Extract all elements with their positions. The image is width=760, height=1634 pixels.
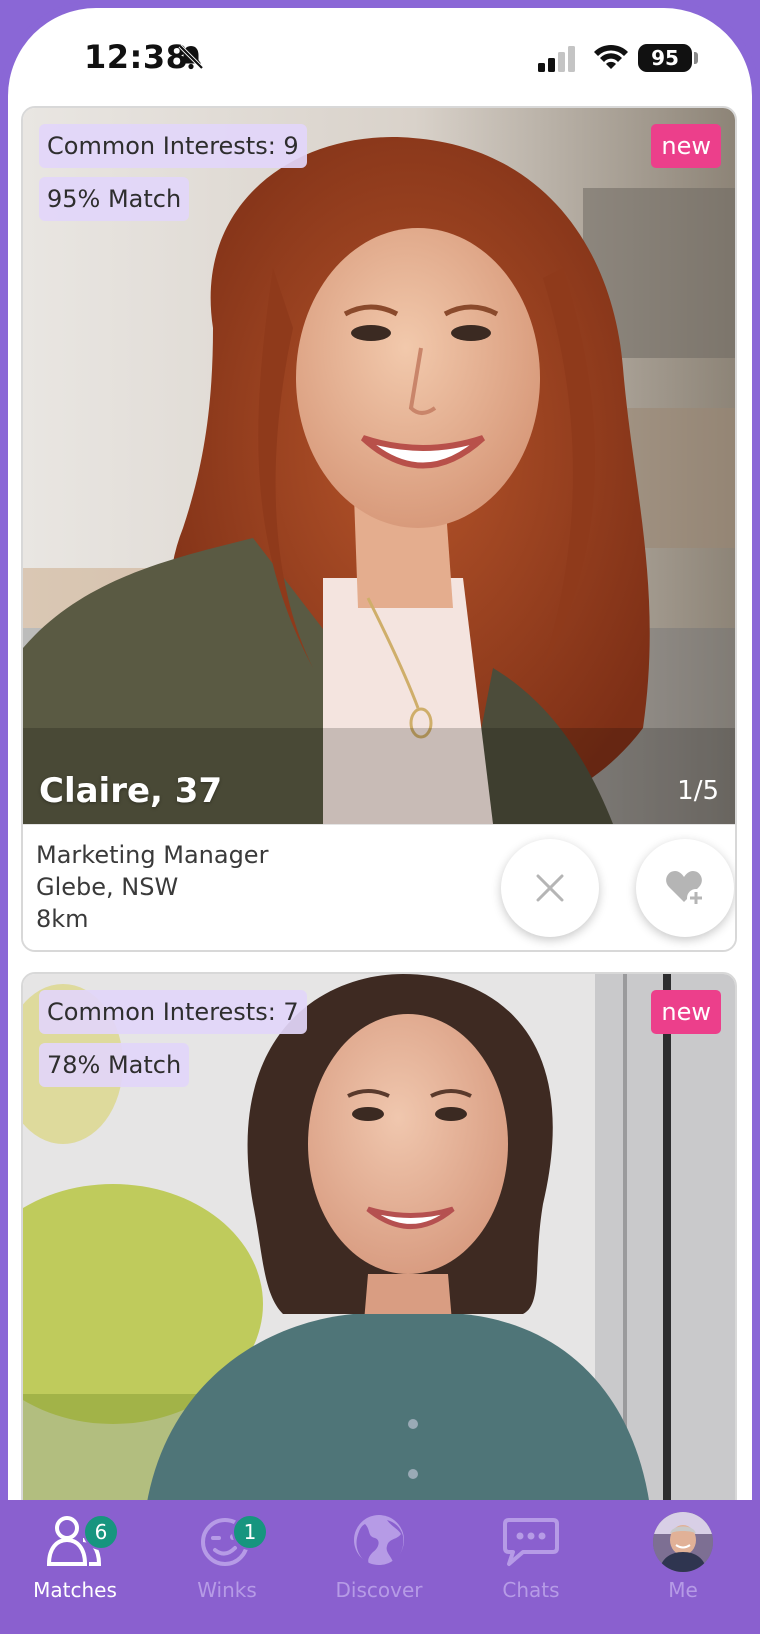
- globe-icon: [354, 1515, 404, 1565]
- tab-label: Discover: [335, 1578, 423, 1602]
- profile-job: Marketing Manager: [36, 841, 269, 869]
- winks-badge: 1: [232, 1514, 268, 1550]
- reject-button[interactable]: [501, 839, 599, 937]
- signal-icon: [538, 46, 575, 72]
- avatar-image: [653, 1512, 713, 1572]
- profile-location: Glebe, NSW: [36, 873, 179, 901]
- heart-plus-icon: [666, 871, 705, 907]
- status-time: 12:38: [84, 38, 189, 76]
- profile-name-age: Claire, 37: [39, 771, 223, 811]
- common-interests-chip: Common Interests: 7: [39, 990, 307, 1034]
- tab-chats[interactable]: Chats: [461, 1500, 601, 1634]
- tab-winks[interactable]: 1 Winks: [157, 1500, 297, 1634]
- match-percent-chip: 95% Match: [39, 177, 190, 221]
- tab-label: Me: [668, 1578, 698, 1602]
- tab-discover[interactable]: Discover: [309, 1500, 449, 1634]
- match-percent-chip: 78% Match: [39, 1043, 190, 1087]
- photo-counter: 1/5: [677, 776, 719, 806]
- tab-matches[interactable]: 6 Matches: [5, 1500, 145, 1634]
- bottom-tab-bar: 6 Matches 1 Winks Discover Chats Me: [0, 1500, 760, 1634]
- profile-card[interactable]: Common Interests: 7 78% Match new: [21, 972, 737, 1532]
- app-screen: 12:38 95 Common Interests: 9 95% Match n…: [0, 0, 760, 1634]
- tab-label: Matches: [33, 1578, 117, 1602]
- chat-icon: [503, 1518, 559, 1566]
- profile-distance: 8km: [36, 905, 89, 933]
- new-badge: new: [651, 990, 721, 1034]
- wifi-icon: [594, 44, 628, 69]
- battery-indicator: 95: [638, 44, 692, 72]
- new-badge: new: [651, 124, 721, 168]
- tab-label: Winks: [197, 1578, 257, 1602]
- bell-off-icon: [178, 44, 204, 70]
- profile-info: Marketing Manager Glebe, NSW 8km: [23, 824, 735, 950]
- battery-tip: [694, 52, 698, 64]
- tab-label: Chats: [502, 1578, 560, 1602]
- avatar: [653, 1512, 713, 1572]
- like-button[interactable]: [636, 839, 734, 937]
- close-icon: [536, 874, 564, 902]
- profile-card[interactable]: Common Interests: 9 95% Match new Claire…: [21, 106, 737, 952]
- matches-badge: 6: [83, 1514, 119, 1550]
- status-bar: 12:38 95: [8, 8, 752, 108]
- common-interests-chip: Common Interests: 9: [39, 124, 307, 168]
- profile-photo[interactable]: Common Interests: 7 78% Match new: [23, 974, 735, 1530]
- profile-photo[interactable]: Common Interests: 9 95% Match new Claire…: [23, 108, 735, 824]
- tab-me[interactable]: Me: [613, 1500, 753, 1634]
